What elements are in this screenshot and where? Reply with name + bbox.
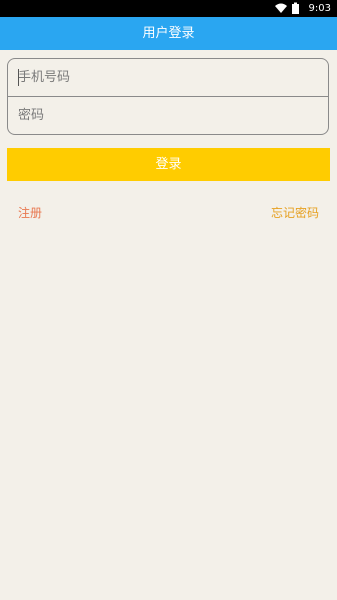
status-icons bbox=[275, 2, 299, 14]
title-bar: 用户登录 bbox=[0, 17, 337, 50]
login-form bbox=[7, 58, 329, 135]
battery-icon bbox=[292, 2, 299, 14]
password-input[interactable] bbox=[18, 100, 313, 131]
phone-field bbox=[8, 59, 328, 96]
password-field bbox=[8, 97, 328, 134]
forgot-password-link[interactable]: 忘记密码 bbox=[271, 205, 319, 221]
text-cursor bbox=[18, 69, 19, 86]
login-button[interactable]: 登录 bbox=[7, 148, 330, 181]
register-link[interactable]: 注册 bbox=[18, 205, 42, 221]
status-bar: 9:03 bbox=[0, 0, 337, 17]
wifi-icon bbox=[275, 3, 287, 13]
page-title: 用户登录 bbox=[142, 26, 195, 41]
phone-input[interactable] bbox=[18, 62, 313, 93]
status-time: 9:03 bbox=[308, 3, 331, 14]
